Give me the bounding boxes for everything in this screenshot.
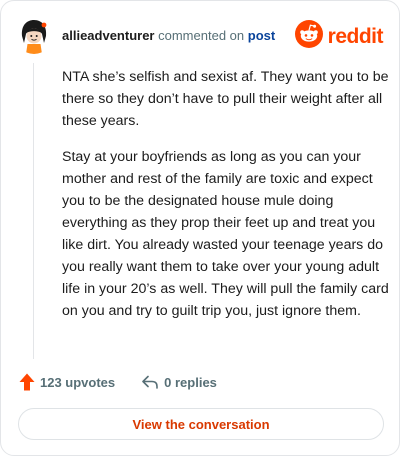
post-link[interactable]: post	[248, 28, 275, 43]
comment-paragraph: NTA she’s selfish and sexist af. They wa…	[62, 69, 389, 129]
view-conversation-button[interactable]: View the conversation	[18, 408, 384, 440]
reply-count: 0 replies	[164, 374, 217, 390]
comment-paragraph: Stay at your boyfriends as long as you c…	[62, 149, 389, 319]
upvote-count: 123 upvotes	[40, 374, 116, 390]
replies-button[interactable]: 0 replies	[141, 374, 217, 390]
reply-icon	[141, 374, 159, 390]
reddit-logo-icon	[294, 20, 323, 53]
commented-on-text: commented on	[158, 27, 245, 43]
reddit-brand[interactable]: reddit	[294, 20, 384, 53]
embedded-comment-card: allieadventurer commented on post reddit	[0, 0, 400, 456]
comment-body: NTA she’s selfish and sexist af. They wa…	[62, 66, 390, 336]
upvote-button[interactable]: 123 upvotes	[19, 373, 115, 391]
comment-header: allieadventurer commented on post reddit	[15, 15, 385, 55]
avatar[interactable]	[15, 16, 53, 54]
reddit-wordmark: reddit	[327, 24, 384, 48]
comment-byline: allieadventurer commented on post	[62, 28, 275, 43]
comment-actions: 123 upvotes 0 replies	[19, 373, 217, 391]
upvote-arrow-icon	[19, 373, 35, 391]
username-link[interactable]: allieadventurer	[62, 28, 155, 43]
thread-line	[33, 63, 34, 359]
